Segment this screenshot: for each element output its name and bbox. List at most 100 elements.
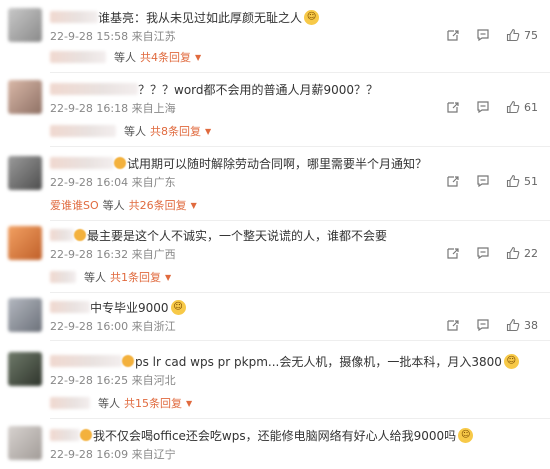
comment-meta: 22-9-28 16:25 来自河北	[50, 372, 176, 388]
like-icon[interactable]	[506, 28, 520, 42]
like-count: 38	[524, 318, 538, 332]
comment-meta: 22-9-28 16:00 来自浙江	[50, 318, 176, 334]
share-icon[interactable]	[446, 318, 460, 332]
divider	[50, 146, 550, 147]
blurred-username[interactable]	[50, 83, 138, 95]
blurred-username[interactable]	[50, 157, 114, 169]
emoji-icon: ☺	[170, 299, 186, 315]
caret-down-icon: ▼	[190, 200, 197, 210]
blurred-username[interactable]	[50, 11, 98, 23]
caret-down-icon: ▼	[186, 398, 193, 408]
comment-location: 来自浙江	[131, 320, 176, 333]
like-count: 22	[524, 246, 538, 260]
like-icon[interactable]	[506, 246, 520, 260]
comment-location: 来自广东	[131, 176, 176, 189]
comment-meta: 22-9-28 16:32 来自广西	[50, 246, 176, 262]
blurred-username[interactable]	[50, 355, 122, 367]
comment-line: ？？？word都不会用的普通人月薪9000？？	[50, 80, 378, 98]
comment-date: 22-9-28 16:04	[50, 176, 129, 189]
like-icon[interactable]	[506, 174, 520, 188]
comment-text: 中专毕业9000	[90, 300, 169, 315]
reply-summary[interactable]: 等人 共8条回复 ▼	[50, 122, 211, 140]
emoji-icon: ☺	[503, 353, 519, 369]
reply-summary[interactable]: 等人 共4条回复 ▼	[50, 48, 201, 66]
share-icon[interactable]	[446, 246, 460, 260]
caret-down-icon: ▼	[205, 126, 212, 136]
comment-text: 我不仅会喝office还会吃wps，还能修电脑网络有好心人给我9000吗	[93, 428, 457, 443]
emoji-icon: ☺	[304, 9, 320, 25]
emoji-icon	[80, 429, 92, 441]
comment-text: 试用期可以随时解除劳动合同啊，哪里需要半个月通知？	[127, 156, 428, 171]
comment-actions: 75	[430, 28, 540, 42]
comment-actions: 61	[430, 100, 540, 114]
comment-date: 22-9-28 15:58	[50, 30, 129, 43]
divider	[50, 220, 550, 221]
divider	[50, 72, 550, 73]
reply-count-link[interactable]: 共15条回复	[124, 395, 182, 411]
like-icon[interactable]	[506, 100, 520, 114]
comment-line: 中专毕业9000 ☺	[50, 298, 186, 316]
share-icon[interactable]	[446, 100, 460, 114]
comment-date: 22-9-28 16:09	[50, 448, 129, 461]
comment-meta: 22-9-28 16:04 来自广东	[50, 174, 176, 190]
caret-down-icon: ▼	[195, 52, 202, 62]
comment-location: 来自江苏	[131, 30, 176, 43]
like-icon[interactable]	[506, 318, 520, 332]
blurred-username	[50, 271, 76, 283]
reply-summary[interactable]: 等人 共15条回复 ▼	[50, 394, 192, 412]
emoji-icon	[114, 157, 126, 169]
comment-line: 谁基亮：我从未见过如此厚颜无耻之人 ☺	[50, 8, 320, 26]
comment-actions: 38	[430, 318, 540, 332]
blurred-username[interactable]	[50, 301, 90, 313]
comment-date: 22-9-28 16:25	[50, 374, 129, 387]
avatar[interactable]	[8, 80, 42, 114]
comment-date: 22-9-28 16:18	[50, 102, 129, 115]
avatar[interactable]	[8, 298, 42, 332]
comment-location: 来自上海	[131, 102, 176, 115]
divider	[50, 340, 550, 341]
avatar[interactable]	[8, 352, 42, 386]
comment-icon[interactable]	[476, 28, 490, 42]
like-count: 75	[524, 28, 538, 42]
emoji-icon: ☺	[458, 427, 474, 443]
comment-text: ps lr cad wps pr pkpm...会无人机，摄像机，一批本科，月入…	[135, 354, 502, 369]
reply-count-link[interactable]: 共1条回复	[110, 269, 161, 285]
comment-meta: 22-9-28 16:18 来自上海	[50, 100, 176, 116]
blurred-username[interactable]	[50, 229, 74, 241]
comment-meta: 22-9-28 15:58 来自江苏	[50, 28, 176, 44]
blurred-username	[50, 397, 90, 409]
comment-location: 来自河北	[131, 374, 176, 387]
comment-icon[interactable]	[476, 318, 490, 332]
comment-actions: 22	[430, 246, 540, 260]
blurred-username[interactable]	[50, 429, 80, 441]
avatar[interactable]	[8, 8, 42, 42]
comment-actions: 51	[430, 174, 540, 188]
reply-count-link[interactable]: 共8条回复	[150, 123, 201, 139]
comment-line: 我不仅会喝office还会吃wps，还能修电脑网络有好心人给我9000吗 ☺	[50, 426, 474, 444]
comment-location: 来自辽宁	[131, 448, 176, 461]
comment-text: 最主要是这个人不诚实，一个整天说谎的人，谁都不会要	[87, 228, 388, 243]
divider	[50, 292, 550, 293]
comment-icon[interactable]	[476, 174, 490, 188]
comment-line: 试用期可以随时解除劳动合同啊，哪里需要半个月通知？	[50, 154, 427, 172]
avatar[interactable]	[8, 226, 42, 260]
reply-summary[interactable]: 爱谁谁SO 等人 共26条回复 ▼	[50, 196, 197, 214]
avatar[interactable]	[8, 156, 42, 190]
share-icon[interactable]	[446, 28, 460, 42]
emoji-icon	[74, 229, 86, 241]
reply-username[interactable]: 爱谁谁SO	[50, 197, 99, 213]
comment-icon[interactable]	[476, 246, 490, 260]
comment-text: 谁基亮：我从未见过如此厚颜无耻之人	[98, 10, 303, 25]
share-icon[interactable]	[446, 174, 460, 188]
reply-count-link[interactable]: 共26条回复	[129, 197, 187, 213]
comment-icon[interactable]	[476, 100, 490, 114]
comment-line: ps lr cad wps pr pkpm...会无人机，摄像机，一批本科，月入…	[50, 352, 519, 370]
comment-location: 来自广西	[131, 248, 176, 261]
comment-meta: 22-9-28 16:09 来自辽宁	[50, 446, 176, 462]
comment-text: ？？？word都不会用的普通人月薪9000？？	[138, 82, 379, 97]
reply-summary[interactable]: 等人 共1条回复 ▼	[50, 268, 171, 286]
like-count: 51	[524, 174, 538, 188]
reply-count-link[interactable]: 共4条回复	[140, 49, 191, 65]
avatar[interactable]	[8, 426, 42, 460]
comment-date: 22-9-28 16:00	[50, 320, 129, 333]
